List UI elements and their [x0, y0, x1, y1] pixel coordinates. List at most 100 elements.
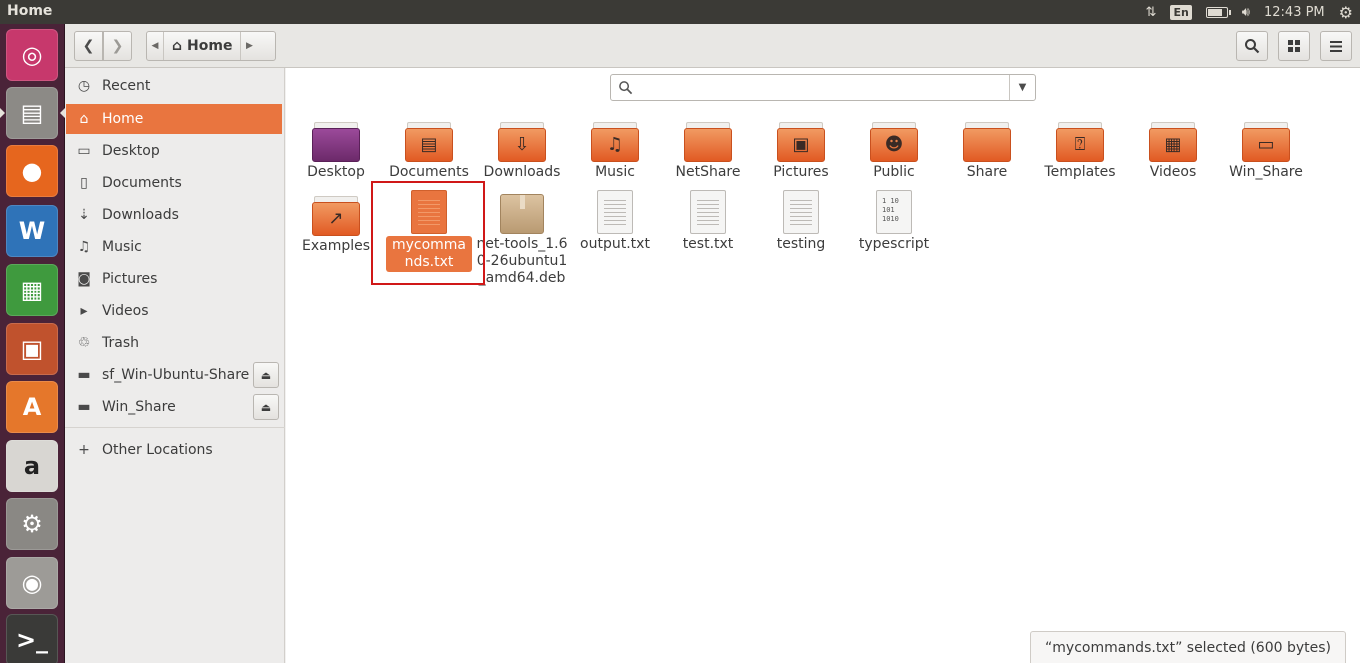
- pathbar: ◀ ⌂ Home ▶: [146, 31, 276, 61]
- sidebar-item-sf-win-ubuntu-share[interactable]: ▬ sf_Win-Ubuntu-Share ⏏: [66, 360, 282, 390]
- folder-icon: ♫: [591, 122, 639, 162]
- system-settings-icon[interactable]: ⚙: [6, 498, 58, 550]
- folder-item-public[interactable]: ☻ Public: [848, 122, 940, 181]
- folder-icon: [312, 122, 360, 162]
- sidebar-item-label: sf_Win-Ubuntu-Share: [102, 367, 250, 383]
- home-icon: ⌂: [172, 38, 183, 54]
- amazon-icon[interactable]: a: [6, 440, 58, 492]
- menu-button[interactable]: [1320, 31, 1352, 61]
- sidebar-item-other-locations[interactable]: + Other Locations: [66, 435, 282, 465]
- sidebar-item-recent[interactable]: ◷ Recent: [66, 71, 282, 101]
- sidebar-item-label: Music: [102, 239, 142, 255]
- keyboard-layout-label: En: [1170, 4, 1192, 20]
- volume-icon[interactable]: 🔊︎: [1235, 0, 1257, 24]
- pathbar-home-label: Home: [187, 38, 233, 54]
- folder-item-documents[interactable]: ▤ Documents: [383, 122, 475, 181]
- launcher-glyph: W: [18, 217, 46, 245]
- downloads-icon: ⇣: [78, 207, 90, 223]
- launcher-glyph: ▦: [20, 276, 44, 304]
- search-button[interactable]: [1236, 31, 1268, 61]
- sidebar-item-pictures[interactable]: ◙ Pictures: [66, 264, 282, 294]
- folder-item-videos[interactable]: ▦ Videos: [1127, 122, 1219, 181]
- folder-item-pictures[interactable]: ▣ Pictures: [755, 122, 847, 181]
- ubuntu-dash-icon[interactable]: ◎: [6, 29, 58, 81]
- folder-icon: ▦: [1149, 122, 1197, 162]
- launcher: ◎ ▤ ● W ▦ ▣ Aa ⚙ ◉ >_: [0, 24, 65, 663]
- text-file-icon: [783, 190, 819, 234]
- network-icon[interactable]: ⇅: [1139, 0, 1164, 24]
- terminal-icon[interactable]: >_: [6, 614, 58, 663]
- file-item-typescript[interactable]: 1 10 101 1010 typescript: [848, 190, 940, 253]
- file-label: typescript: [858, 236, 930, 252]
- folder-icon: ⇩: [498, 122, 546, 162]
- sidebar-item-videos[interactable]: ▸ Videos: [66, 296, 282, 326]
- sidebar-item-documents[interactable]: ▯ Documents: [66, 168, 282, 198]
- sidebar-item-label: Desktop: [102, 143, 160, 159]
- libreoffice-impress-icon[interactable]: ▣: [6, 323, 58, 375]
- files-app-icon[interactable]: ▤: [6, 87, 58, 139]
- videos-icon: ▸: [80, 303, 88, 319]
- folder-item-win-share[interactable]: ▭ Win_Share: [1220, 122, 1312, 181]
- recent-icon: ◷: [77, 78, 91, 94]
- folder-item-share[interactable]: Share: [941, 122, 1033, 181]
- launcher-glyph: >_: [15, 626, 49, 654]
- launcher-glyph: ◉: [21, 569, 43, 597]
- libreoffice-writer-icon[interactable]: W: [6, 205, 58, 257]
- file-view[interactable]: ▼ Desktop ▤ Documents ⇩ Downloads ♫ Music NetSh…: [286, 68, 1360, 663]
- sidebar-item-music[interactable]: ♫ Music: [66, 232, 282, 262]
- folder-item-music[interactable]: ♫ Music: [569, 122, 661, 181]
- folder-item-netshare[interactable]: NetShare: [662, 122, 754, 181]
- status-text: “mycommands.txt” selected (600 bytes): [1045, 639, 1331, 656]
- sidebar-item-label: Trash: [102, 335, 139, 351]
- search-input[interactable]: [641, 77, 1001, 98]
- pathbar-home-button[interactable]: ⌂ Home: [163, 32, 242, 60]
- forward-button[interactable]: ❯: [103, 31, 132, 61]
- sidebar-item-home[interactable]: ⌂ Home: [66, 104, 282, 134]
- keyboard-layout-indicator[interactable]: En: [1163, 0, 1198, 24]
- file-item-output-txt[interactable]: output.txt: [569, 190, 661, 253]
- pathbar-left-arrow[interactable]: ◀: [147, 41, 163, 51]
- sidebar-item-desktop[interactable]: ▭ Desktop: [66, 136, 282, 166]
- sidebar-item-trash[interactable]: ♲ Trash: [66, 328, 282, 358]
- file-item-net-tools-1-60-26ubuntu1-amd64-deb[interactable]: net-tools_1.60-26ubuntu1_amd64.deb: [476, 190, 568, 287]
- text-file-icon: [690, 190, 726, 234]
- folder-item-templates[interactable]: ⍰ Templates: [1034, 122, 1126, 181]
- eject-button[interactable]: ⏏: [253, 362, 279, 388]
- camera-icon[interactable]: ◉: [6, 557, 58, 609]
- folder-item-examples[interactable]: ↗ Examples: [290, 190, 382, 255]
- folder-item-desktop[interactable]: Desktop: [290, 122, 382, 181]
- battery-icon[interactable]: [1199, 0, 1235, 24]
- file-label: NetShare: [675, 164, 741, 180]
- libreoffice-calc-icon[interactable]: ▦: [6, 264, 58, 316]
- folder-icon: ▣: [777, 122, 825, 162]
- back-button[interactable]: ❮: [74, 31, 103, 61]
- file-label: Share: [966, 164, 1008, 180]
- view-toggle-button[interactable]: [1278, 31, 1310, 61]
- file-item-testing[interactable]: testing: [755, 190, 847, 253]
- folder-icon: ▭: [1242, 122, 1290, 162]
- folder-icon: [684, 122, 732, 162]
- sidebar-item-win-share[interactable]: ▬ Win_Share ⏏: [66, 392, 282, 422]
- file-label: Templates: [1044, 164, 1116, 180]
- search-bar: ▼: [610, 74, 1036, 101]
- software-center-icon[interactable]: A: [6, 381, 58, 433]
- file-item-test-txt[interactable]: test.txt: [662, 190, 754, 253]
- search-options-dropdown[interactable]: ▼: [1009, 75, 1035, 100]
- eject-button[interactable]: ⏏: [253, 394, 279, 420]
- pathbar-right-arrow[interactable]: ▶: [241, 41, 257, 51]
- clock[interactable]: 12:43 PM: [1257, 0, 1332, 24]
- text-file-icon: [597, 190, 633, 234]
- sidebar-item-downloads[interactable]: ⇣ Downloads: [66, 200, 282, 230]
- sidebar-item-label: Videos: [102, 303, 149, 319]
- folder-icon: ☻: [870, 122, 918, 162]
- file-label: Public: [873, 164, 915, 180]
- firefox-icon[interactable]: ●: [6, 145, 58, 197]
- session-gear-icon[interactable]: ⚙: [1332, 0, 1360, 24]
- sidebar-item-label: Pictures: [102, 271, 158, 287]
- sidebar-item-label: Documents: [102, 175, 182, 191]
- file-label: Win_Share: [1229, 164, 1303, 180]
- launcher-glyph: A: [22, 393, 42, 421]
- folder-icon: [963, 122, 1011, 162]
- folder-item-downloads[interactable]: ⇩ Downloads: [476, 122, 568, 181]
- package-icon: [500, 194, 544, 234]
